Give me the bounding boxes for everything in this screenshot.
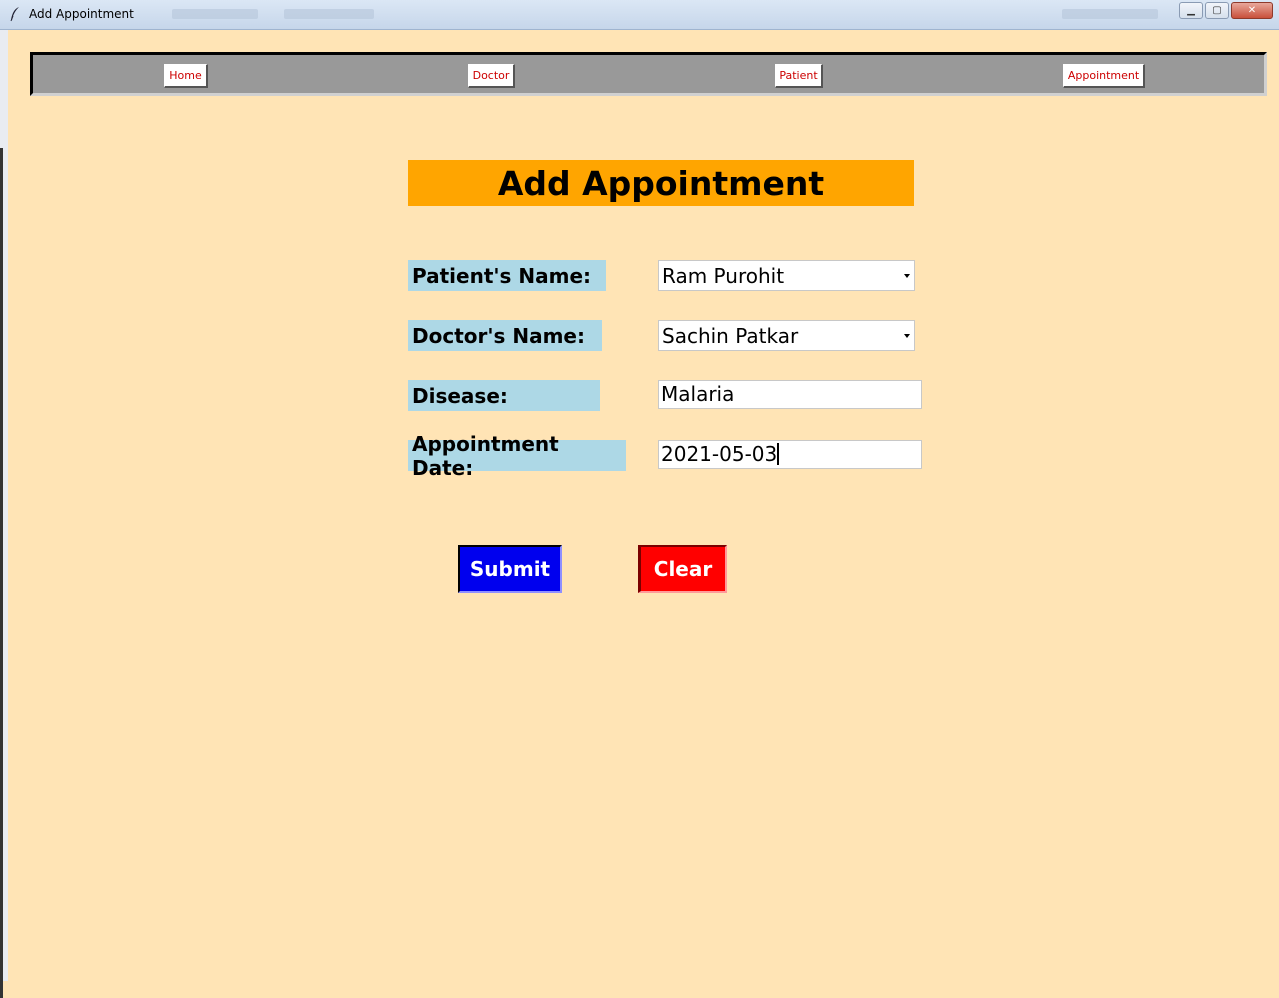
nav-home-button[interactable]: Home xyxy=(164,64,208,88)
edge-shadow xyxy=(0,148,3,998)
nav-doctor-button[interactable]: Doctor xyxy=(468,64,515,88)
appointment-date-value: 2021-05-03 xyxy=(661,442,778,466)
nav-patient-button[interactable]: Patient xyxy=(775,64,823,88)
close-button[interactable]: ✕ xyxy=(1231,2,1273,19)
minimize-button[interactable]: ▁ xyxy=(1179,2,1203,19)
window-controls: ▁ ▢ ✕ xyxy=(1179,2,1273,19)
appointment-date-label: Appointment Date: xyxy=(408,432,626,480)
nav-bar: Home Doctor Patient Appointment xyxy=(30,52,1267,96)
blurred-tab xyxy=(284,9,374,19)
window-titlebar: Add Appointment ▁ ▢ ✕ xyxy=(0,0,1279,30)
disease-label: Disease: xyxy=(408,380,600,411)
page-title: Add Appointment xyxy=(408,160,914,206)
maximize-button[interactable]: ▢ xyxy=(1205,2,1229,19)
blurred-status xyxy=(1062,9,1158,19)
blurred-tab xyxy=(172,9,258,19)
feather-icon xyxy=(10,7,19,22)
submit-button[interactable]: Submit xyxy=(458,545,562,593)
dropdown-arrow-icon[interactable] xyxy=(904,274,910,278)
appointment-date-input[interactable]: 2021-05-03 xyxy=(658,440,922,469)
doctor-name-select[interactable]: Sachin Patkar xyxy=(658,320,915,351)
nav-appointment-button[interactable]: Appointment xyxy=(1063,64,1145,88)
doctor-name-value: Sachin Patkar xyxy=(662,324,799,348)
doctor-name-label: Doctor's Name: xyxy=(408,320,602,351)
disease-input[interactable]: Malaria xyxy=(658,380,922,409)
window-left-edge xyxy=(0,30,8,998)
text-cursor xyxy=(777,443,780,465)
window-title: Add Appointment xyxy=(29,7,134,21)
dropdown-arrow-icon[interactable] xyxy=(904,334,910,338)
patient-name-value: Ram Purohit xyxy=(662,264,785,288)
patient-name-select[interactable]: Ram Purohit xyxy=(658,260,915,291)
clear-button[interactable]: Clear xyxy=(638,545,727,593)
patient-name-label: Patient's Name: xyxy=(408,260,606,291)
